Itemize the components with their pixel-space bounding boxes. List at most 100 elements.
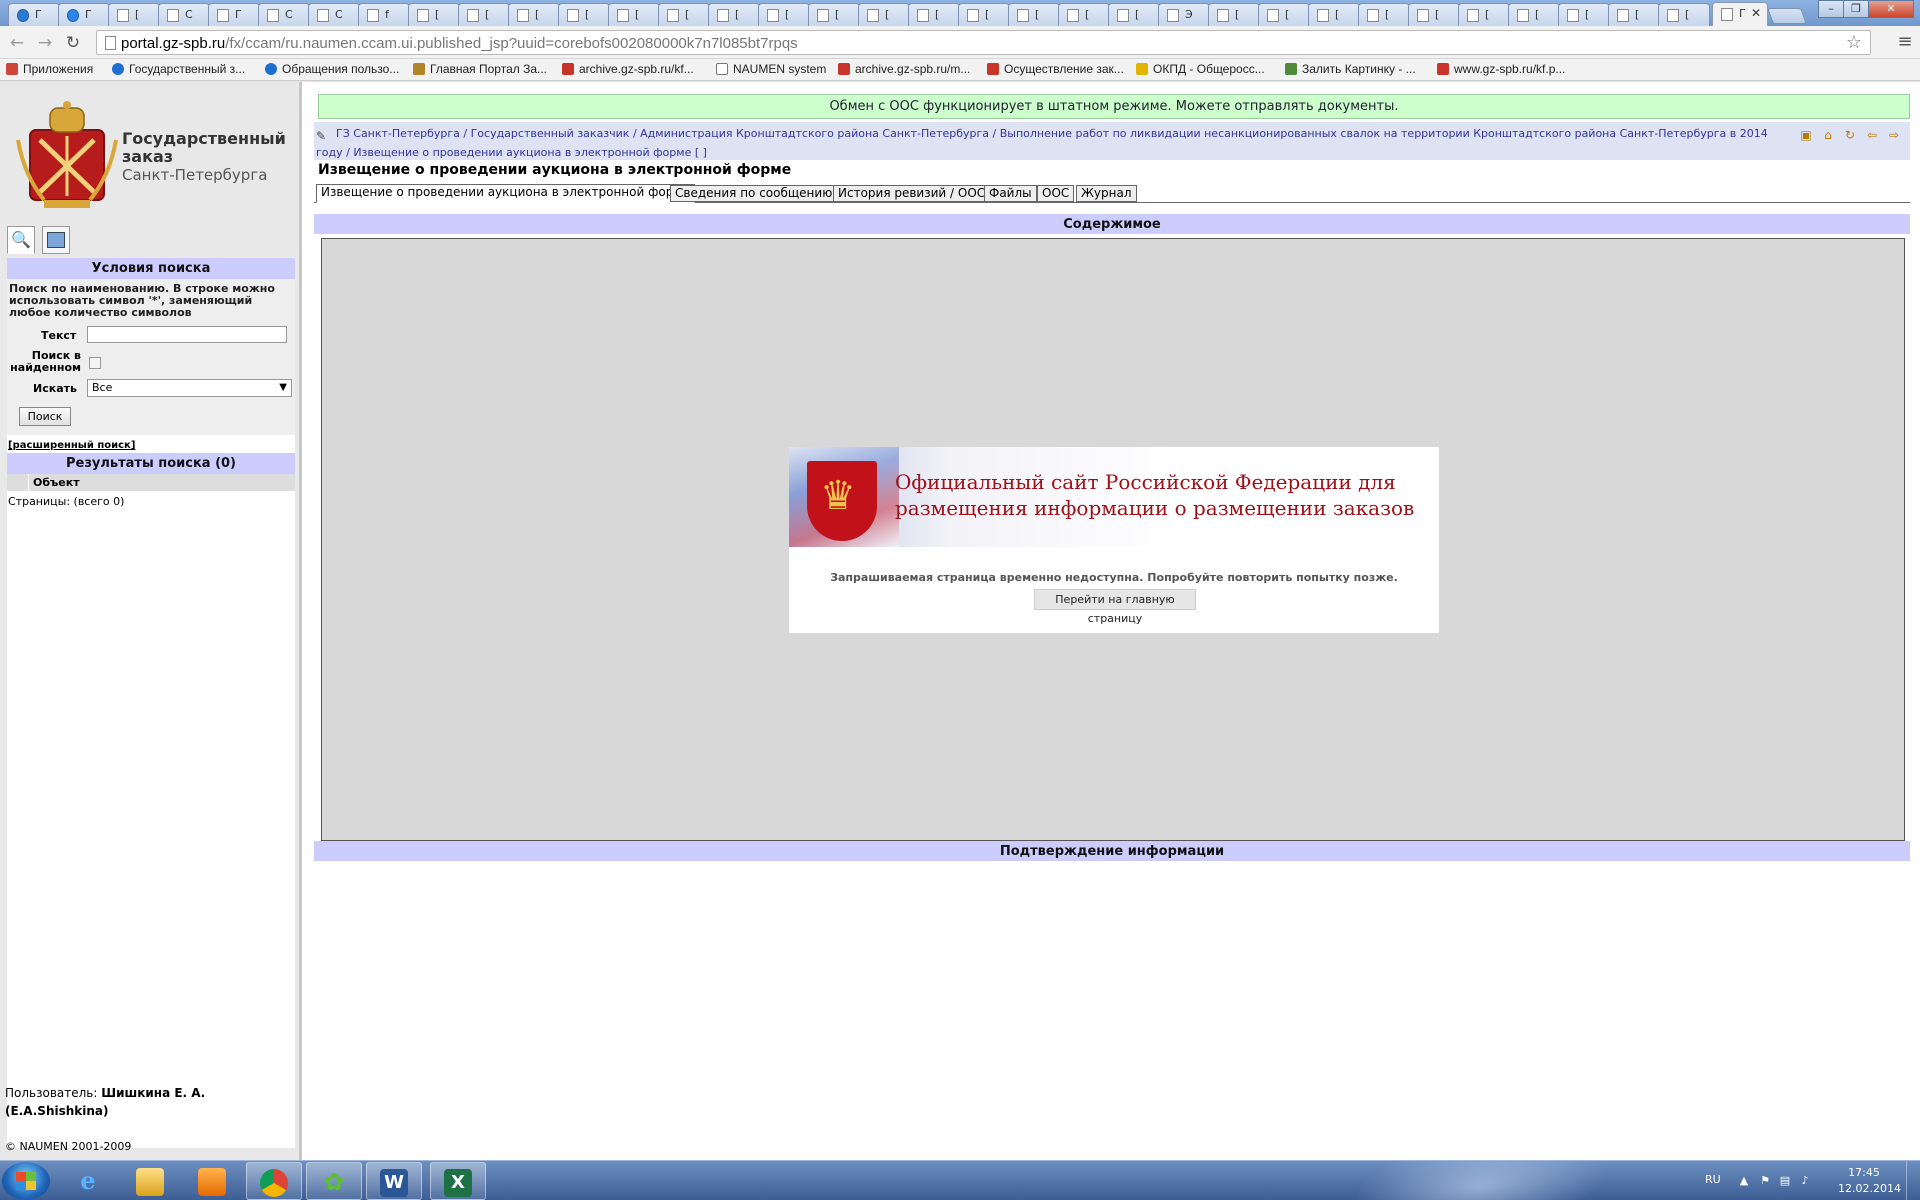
- page-icon: [417, 9, 429, 22]
- chrome-menu-icon[interactable]: ≡: [1896, 32, 1914, 52]
- browser-tab[interactable]: [: [1258, 3, 1310, 26]
- browser-tab[interactable]: [: [958, 3, 1010, 26]
- browser-tab[interactable]: [: [1608, 3, 1660, 26]
- tab-search[interactable]: 🔍: [7, 226, 35, 254]
- tab-title: [: [1685, 8, 1690, 21]
- network-icon[interactable]: ▤: [1778, 1174, 1792, 1188]
- browser-tab[interactable]: [: [1658, 3, 1710, 26]
- action-center-flag-icon[interactable]: ⚑: [1758, 1174, 1772, 1188]
- browser-tab[interactable]: [: [1408, 3, 1460, 26]
- browser-tab[interactable]: [: [608, 3, 660, 26]
- browser-tab[interactable]: [: [1358, 3, 1410, 26]
- browser-tab[interactable]: [: [1108, 3, 1160, 26]
- browser-tab[interactable]: [: [1058, 3, 1110, 26]
- tab-title: С: [285, 8, 293, 21]
- close-tab-icon[interactable]: ✕: [1751, 6, 1761, 20]
- media-player-icon[interactable]: [184, 1162, 240, 1200]
- page-icon: [1417, 9, 1429, 22]
- folder-icon[interactable]: ▣: [1798, 128, 1814, 142]
- browser-tab[interactable]: С: [258, 3, 310, 26]
- search-in-select[interactable]: Все ▼: [87, 379, 292, 397]
- tab-favorites[interactable]: [42, 226, 70, 254]
- tab-notice[interactable]: Извещение о проведении аукциона в электр…: [316, 184, 695, 203]
- tab-title: Э: [1185, 8, 1193, 21]
- browser-tab[interactable]: Г: [58, 3, 110, 26]
- search-in-found-checkbox[interactable]: [89, 357, 101, 369]
- browser-tab[interactable]: [: [1208, 3, 1260, 26]
- browser-tab[interactable]: Г: [8, 3, 60, 26]
- advanced-search-link[interactable]: [расширенный поиск]: [7, 435, 295, 453]
- browser-tab[interactable]: Э: [1158, 3, 1210, 26]
- bookmark-item[interactable]: ОКПД - Общеросс...: [1136, 62, 1265, 78]
- excel-icon[interactable]: X: [430, 1162, 486, 1200]
- browser-tab[interactable]: [: [1558, 3, 1610, 26]
- file-explorer-icon[interactable]: [122, 1162, 178, 1200]
- browser-tab[interactable]: [: [108, 3, 160, 26]
- browser-tab[interactable]: [: [1508, 3, 1560, 26]
- browser-tab[interactable]: [: [1308, 3, 1360, 26]
- show-desktop-button[interactable]: [1906, 1161, 1920, 1200]
- arrow-right-icon[interactable]: ⇨: [1886, 128, 1902, 142]
- bookmark-item[interactable]: archive.gz-spb.ru/kf...: [562, 62, 694, 78]
- bookmark-item[interactable]: Обращения пользо...: [265, 62, 399, 78]
- language-indicator[interactable]: RU: [1705, 1173, 1721, 1186]
- browser-tab[interactable]: [: [708, 3, 760, 26]
- active-browser-tab[interactable]: Г ✕: [1712, 2, 1768, 26]
- browser-tab[interactable]: [: [408, 3, 460, 26]
- clock[interactable]: 17:45 12.02.2014: [1838, 1165, 1901, 1197]
- bookmark-item[interactable]: www.gz-spb.ru/kf.p...: [1437, 62, 1565, 78]
- refresh-icon[interactable]: ↻: [1842, 128, 1858, 142]
- minimize-button[interactable]: –: [1818, 0, 1844, 18]
- bookmark-label: www.gz-spb.ru/kf.p...: [1454, 62, 1566, 76]
- bookmark-item[interactable]: archive.gz-spb.ru/m...: [838, 62, 970, 78]
- search-text-input[interactable]: [87, 326, 287, 343]
- browser-tab[interactable]: [: [558, 3, 610, 26]
- browser-tab[interactable]: [: [508, 3, 560, 26]
- close-window-button[interactable]: ✕: [1868, 0, 1914, 18]
- bookmark-item[interactable]: Главная Портал За...: [413, 62, 547, 78]
- back-button[interactable]: ←: [6, 32, 28, 54]
- browser-tab[interactable]: [: [808, 3, 860, 26]
- start-button[interactable]: [2, 1162, 50, 1200]
- address-bar[interactable]: portal.gz-spb.ru/fx/ccam/ru.naumen.ccam.…: [96, 30, 1871, 55]
- browser-tab[interactable]: [: [658, 3, 710, 26]
- bookmark-item[interactable]: Приложения: [6, 62, 93, 78]
- maximize-button[interactable]: ❐: [1843, 0, 1869, 18]
- search-in-label: Искать: [33, 382, 77, 395]
- browser-tab[interactable]: Г: [208, 3, 260, 26]
- bookmark-item[interactable]: NAUMEN system: [716, 62, 826, 78]
- search-button[interactable]: Поиск: [19, 407, 71, 426]
- browser-tab[interactable]: С: [308, 3, 360, 26]
- tab-revision-history[interactable]: История ревизий / ООС: [833, 185, 991, 202]
- icq-icon[interactable]: ✿: [306, 1162, 362, 1200]
- home-icon[interactable]: ⌂: [1820, 128, 1836, 142]
- breadcrumb-path[interactable]: ГЗ Санкт-Петербурга / Государственный за…: [316, 127, 1768, 159]
- browser-tab[interactable]: [: [1458, 3, 1510, 26]
- browser-tab[interactable]: [: [758, 3, 810, 26]
- bookmark-item[interactable]: Государственный з...: [112, 62, 245, 78]
- browser-tab[interactable]: [: [1008, 3, 1060, 26]
- browser-tab[interactable]: С: [158, 3, 210, 26]
- reload-button[interactable]: ↻: [62, 32, 84, 54]
- browser-tab[interactable]: [: [458, 3, 510, 26]
- browser-tab[interactable]: [: [858, 3, 910, 26]
- tab-files[interactable]: Файлы: [984, 185, 1037, 202]
- tab-oos[interactable]: ООС: [1037, 185, 1075, 202]
- bookmark-star-icon[interactable]: ☆: [1846, 32, 1862, 53]
- internet-explorer-icon[interactable]: e: [60, 1162, 116, 1200]
- bookmark-item[interactable]: Залить Картинку - ...: [1285, 62, 1416, 78]
- bookmark-item[interactable]: Осуществление зак...: [987, 62, 1124, 78]
- tab-message-info[interactable]: Сведения по сообщению: [670, 185, 838, 202]
- show-hidden-icons-icon[interactable]: ▲: [1737, 1174, 1751, 1188]
- tab-journal[interactable]: Журнал: [1076, 185, 1137, 202]
- browser-tab[interactable]: f: [358, 3, 410, 26]
- go-home-button[interactable]: Перейти на главную страницу: [1034, 589, 1196, 625]
- arrow-left-icon[interactable]: ⇦: [1864, 128, 1880, 142]
- chrome-icon[interactable]: [246, 1162, 302, 1200]
- new-tab-button[interactable]: [1767, 8, 1807, 24]
- volume-icon[interactable]: ♪: [1798, 1174, 1812, 1188]
- word-icon[interactable]: W: [366, 1162, 422, 1200]
- page-icon: [1317, 9, 1329, 22]
- forward-button[interactable]: →: [34, 32, 56, 54]
- browser-tab[interactable]: [: [908, 3, 960, 26]
